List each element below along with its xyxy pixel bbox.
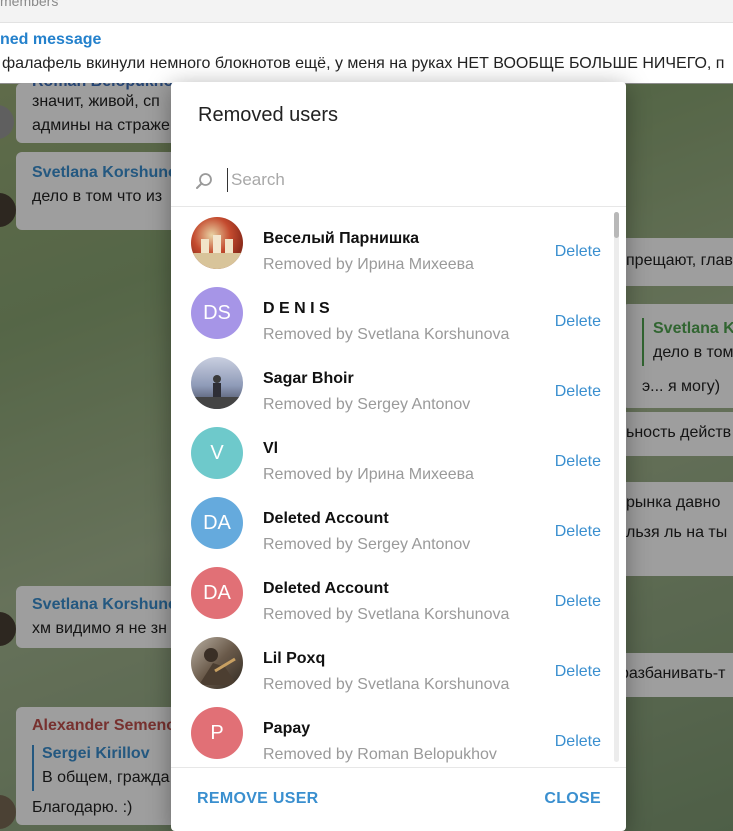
chat-members-label: members bbox=[0, 0, 59, 9]
avatar[interactable] bbox=[191, 637, 243, 689]
scrollbar-thumb[interactable] bbox=[614, 212, 619, 238]
delete-button[interactable]: Delete bbox=[555, 313, 601, 331]
user-name: Vl bbox=[263, 440, 279, 457]
divider bbox=[171, 767, 626, 768]
user-row[interactable]: DS D E N I S Removed by Svetlana Korshun… bbox=[171, 277, 611, 347]
chat-header-bar: members bbox=[0, 0, 733, 23]
avatar-initials: V bbox=[210, 442, 224, 464]
delete-button[interactable]: Delete bbox=[555, 523, 601, 541]
user-name: Deleted Account bbox=[263, 510, 389, 527]
close-button[interactable]: CLOSE bbox=[544, 790, 601, 808]
pinned-message-bar[interactable]: ned message фалафель вкинули немного бло… bbox=[0, 23, 733, 84]
removed-by-text: Removed by Ирина Михеева bbox=[263, 466, 474, 483]
search-input[interactable] bbox=[227, 168, 591, 192]
user-row[interactable]: V Vl Removed by Ирина Михеева Delete bbox=[171, 417, 611, 487]
removed-by-text: Removed by Ирина Михеева bbox=[263, 256, 474, 273]
user-row[interactable]: DA Deleted Account Removed by Sergey Ant… bbox=[171, 487, 611, 557]
removed-by-text: Removed by Svetlana Korshunova bbox=[263, 676, 510, 693]
avatar-initials: DA bbox=[203, 512, 231, 534]
scrollbar-track[interactable] bbox=[614, 212, 619, 762]
delete-button[interactable]: Delete bbox=[555, 733, 601, 751]
removed-users-dialog: Removed users Веселый Парнишка Removed b… bbox=[171, 82, 626, 831]
user-row[interactable]: Lil Poxq Removed by Svetlana Korshunova … bbox=[171, 627, 611, 697]
avatar-photo-icon bbox=[191, 375, 243, 409]
removed-by-text: Removed by Svetlana Korshunova bbox=[263, 326, 510, 343]
user-name: D E N I S bbox=[263, 300, 330, 317]
user-name: Papay bbox=[263, 720, 311, 737]
removed-by-text: Removed by Roman Belopukhov bbox=[263, 746, 497, 763]
user-row[interactable]: Веселый Парнишка Removed by Ирина Михеев… bbox=[171, 207, 611, 277]
delete-button[interactable]: Delete bbox=[555, 453, 601, 471]
dialog-title: Removed users bbox=[198, 104, 339, 126]
remove-user-button[interactable]: REMOVE USER bbox=[197, 790, 319, 808]
avatar[interactable]: DA bbox=[191, 497, 243, 549]
avatar-photo-icon bbox=[199, 648, 237, 685]
user-name: Sagar Bhoir bbox=[263, 370, 354, 387]
delete-button[interactable]: Delete bbox=[555, 593, 601, 611]
avatar-initials: DA bbox=[203, 582, 231, 604]
pinned-message-text: фалафель вкинули немного блокнотов ещё, … bbox=[2, 55, 725, 72]
avatar[interactable]: V bbox=[191, 427, 243, 479]
removed-users-list[interactable]: Веселый Парнишка Removed by Ирина Михеев… bbox=[171, 207, 611, 767]
user-row[interactable]: DA Deleted Account Removed by Svetlana K… bbox=[171, 557, 611, 627]
removed-by-text: Removed by Sergey Antonov bbox=[263, 536, 471, 553]
avatar[interactable] bbox=[191, 357, 243, 409]
user-name: Deleted Account bbox=[263, 580, 389, 597]
user-name: Lil Poxq bbox=[263, 650, 326, 667]
delete-button[interactable]: Delete bbox=[555, 663, 601, 681]
delete-button[interactable]: Delete bbox=[555, 243, 601, 261]
removed-by-text: Removed by Svetlana Korshunova bbox=[263, 606, 510, 623]
avatar[interactable]: P bbox=[191, 707, 243, 759]
avatar-initials: P bbox=[210, 722, 224, 744]
removed-by-text: Removed by Sergey Antonov bbox=[263, 396, 471, 413]
avatar-photo-icon bbox=[191, 235, 243, 269]
avatar[interactable] bbox=[191, 217, 243, 269]
avatar[interactable]: DA bbox=[191, 567, 243, 619]
pinned-message-title: ned message bbox=[0, 31, 102, 48]
search-icon bbox=[196, 173, 212, 189]
user-name: Веселый Парнишка bbox=[263, 230, 420, 247]
user-row[interactable]: Sagar Bhoir Removed by Sergey Antonov De… bbox=[171, 347, 611, 417]
avatar[interactable]: DS bbox=[191, 287, 243, 339]
delete-button[interactable]: Delete bbox=[555, 383, 601, 401]
avatar-initials: DS bbox=[203, 302, 231, 324]
user-row[interactable]: P Papay Removed by Roman Belopukhov Dele… bbox=[171, 697, 611, 767]
